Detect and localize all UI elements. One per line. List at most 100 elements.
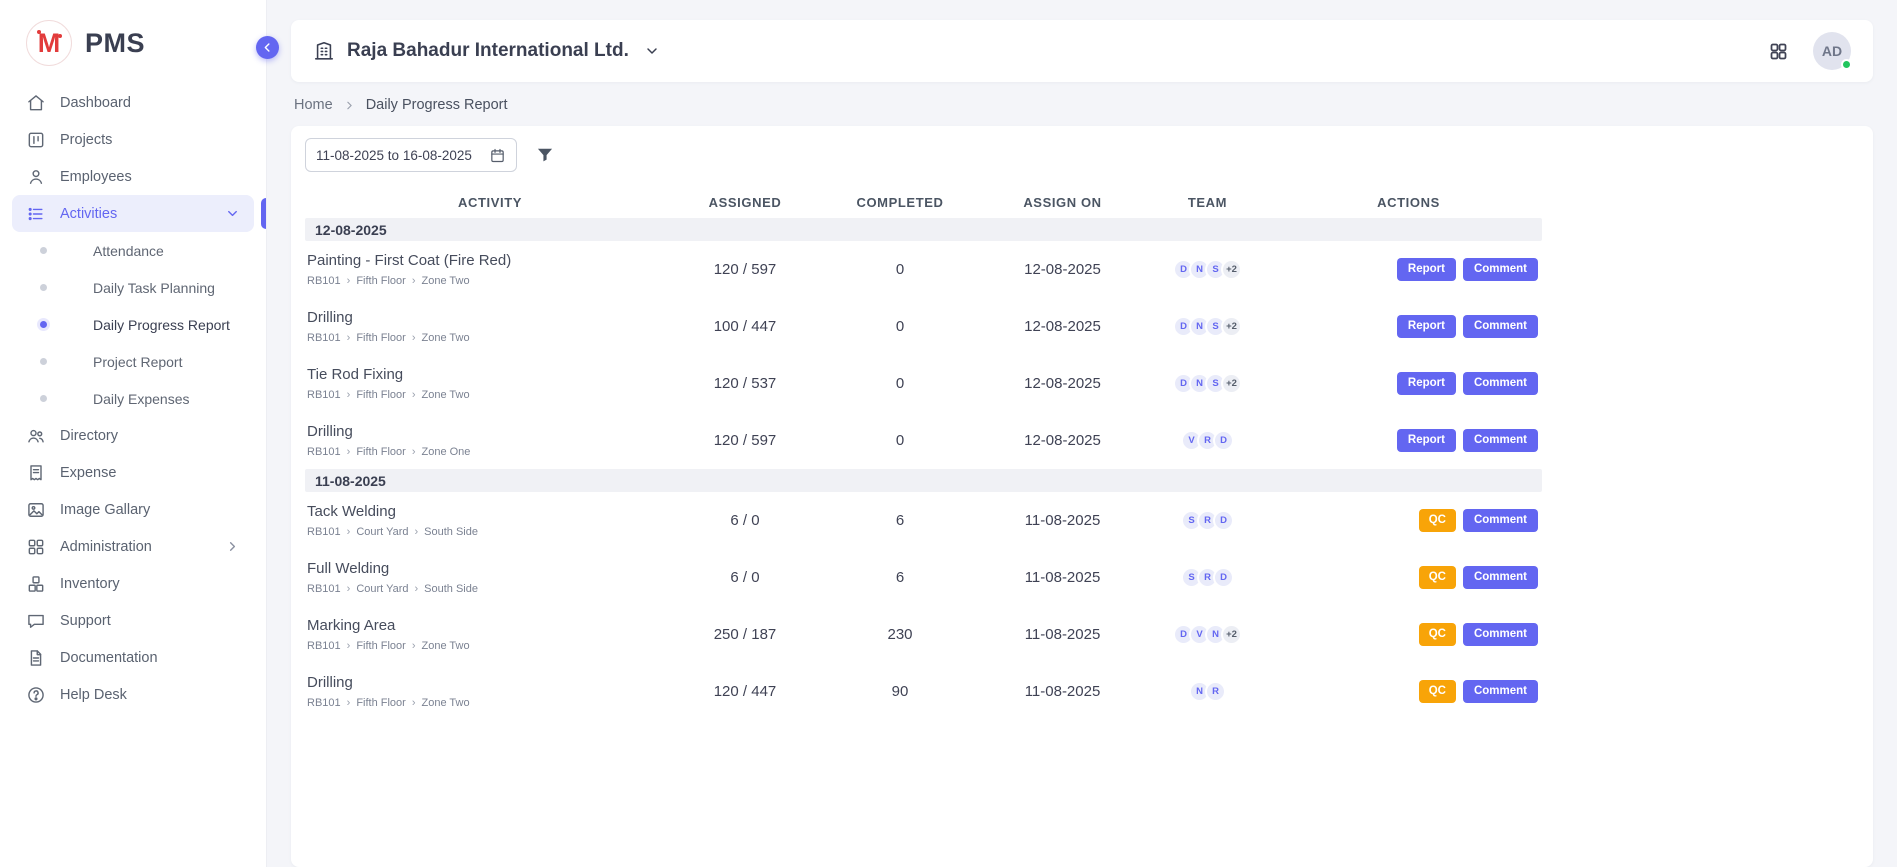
home-icon [26,93,46,113]
path-segment: Fifth Floor [356,697,406,709]
company-selector[interactable]: Raja Bahadur International Ltd. [313,40,660,62]
path-segment: Zone One [422,446,471,458]
sidebar-subitem-daily-task-planning[interactable]: Daily Task Planning [12,269,254,306]
sidebar-item-directory[interactable]: Directory [12,417,254,454]
path-segment: Zone Two [422,640,470,652]
chevron-right-icon: › [347,698,351,709]
team-more-count[interactable]: +2 [1221,373,1242,394]
expense-icon [26,463,46,483]
team-more-count[interactable]: +2 [1221,624,1242,645]
sidebar-item-documentation[interactable]: Documentation [12,639,254,676]
team-cell: DNS+2 [1140,259,1275,280]
comment-button[interactable]: Comment [1463,509,1538,532]
sidebar-subitem-daily-expenses[interactable]: Daily Expenses [12,380,254,417]
sidebar-item-label: Dashboard [60,95,131,111]
qc-button[interactable]: QC [1419,680,1456,703]
activity-title: Drilling [307,674,675,691]
assigned-value: 250 / 187 [675,626,815,643]
report-button[interactable]: Report [1397,372,1456,395]
user-avatar[interactable]: AD [1813,32,1851,70]
team-more-count[interactable]: +2 [1221,316,1242,337]
column-header-completed: COMPLETED [815,195,985,210]
activity-cell: Painting - First Coat (Fire Red)RB101›Fi… [305,252,675,287]
comment-button[interactable]: Comment [1463,315,1538,338]
sidebar-item-projects[interactable]: Projects [12,121,254,158]
sidebar-item-dashboard[interactable]: Dashboard [12,84,254,121]
apps-grid-icon[interactable] [1768,41,1789,62]
qc-button[interactable]: QC [1419,566,1456,589]
employees-icon [26,167,46,187]
sidebar-item-employees[interactable]: Employees [12,158,254,195]
group-date: 11-08-2025 [315,473,386,489]
team-avatar: D [1213,510,1234,531]
comment-button[interactable]: Comment [1463,623,1538,646]
content-card: 11-08-2025 to 16-08-2025 ACTIVITY ASSIGN… [291,126,1873,867]
activity-title: Drilling [307,309,675,326]
completed-value: 6 [815,512,985,529]
activity-path: RB101›Court Yard›South Side [307,583,675,595]
path-segment: Zone Two [422,332,470,344]
comment-button[interactable]: Comment [1463,680,1538,703]
report-button[interactable]: Report [1397,429,1456,452]
activity-path: RB101›Fifth Floor›Zone Two [307,275,675,287]
team-more-count[interactable]: +2 [1221,259,1242,280]
report-button[interactable]: Report [1397,315,1456,338]
activity-title: Tie Rod Fixing [307,366,675,383]
team-avatar: R [1205,681,1226,702]
app-root: M PMS DashboardProjectsEmployeesActiviti… [0,0,1897,867]
bullet-icon [40,321,47,328]
sidebar-item-inventory[interactable]: Inventory [12,565,254,602]
filter-icon[interactable] [535,145,555,165]
path-segment: RB101 [307,640,341,652]
report-button[interactable]: Report [1397,258,1456,281]
date-range-input[interactable]: 11-08-2025 to 16-08-2025 [305,138,517,172]
path-segment: RB101 [307,583,341,595]
sidebar: M PMS DashboardProjectsEmployeesActiviti… [0,0,267,867]
team-cell: VRD [1140,430,1275,451]
comment-button[interactable]: Comment [1463,429,1538,452]
comment-button[interactable]: Comment [1463,258,1538,281]
assign-on-value: 11-08-2025 [985,626,1140,643]
sidebar-item-administration[interactable]: Administration [12,528,254,565]
bullet-icon [40,358,47,365]
path-segment: Zone Two [422,275,470,287]
table-row: Marking AreaRB101›Fifth Floor›Zone Two25… [305,606,1542,663]
sidebar-subitem-attendance[interactable]: Attendance [12,232,254,269]
sidebar-collapse-button[interactable] [256,36,279,59]
chevron-right-icon: › [347,641,351,652]
path-segment: RB101 [307,446,341,458]
table-body: 12-08-2025 Painting - First Coat (Fire Re… [305,218,1542,720]
sidebar-item-label: Employees [60,169,132,185]
sidebar-item-help-desk[interactable]: Help Desk [12,676,254,713]
main-area: Raja Bahadur International Ltd. AD Home … [267,0,1897,867]
sidebar-item-activities[interactable]: Activities [12,195,254,232]
sidebar-item-image-gallary[interactable]: Image Gallary [12,491,254,528]
assigned-value: 100 / 447 [675,318,815,335]
sidebar-subitem-daily-progress-report[interactable]: Daily Progress Report [12,306,254,343]
avatar-initials: AD [1822,43,1842,59]
chevron-right-icon: › [347,584,351,595]
table-row: DrillingRB101›Fifth Floor›Zone Two120 / … [305,663,1542,720]
sidebar-nav: Dashboard Projects Employees Activities Atte… [0,82,266,713]
path-segment: Fifth Floor [356,640,406,652]
completed-value: 230 [815,626,985,643]
filter-row: 11-08-2025 to 16-08-2025 [305,138,1859,172]
breadcrumb-home[interactable]: Home [294,97,333,113]
path-segment: Fifth Floor [356,332,406,344]
completed-value: 0 [815,432,985,449]
qc-button[interactable]: QC [1419,509,1456,532]
team-cell: SRD [1140,567,1275,588]
path-segment: Zone Two [422,697,470,709]
activity-title: Full Welding [307,560,675,577]
sidebar-subitem-label: Attendance [93,243,164,259]
comment-button[interactable]: Comment [1463,372,1538,395]
sidebar-item-support[interactable]: Support [12,602,254,639]
sidebar-item-label: Documentation [60,650,158,666]
group-date-row: 12-08-2025 [305,218,1542,241]
comment-button[interactable]: Comment [1463,566,1538,589]
sidebar-item-expense[interactable]: Expense [12,454,254,491]
qc-button[interactable]: QC [1419,623,1456,646]
table-row: Tack WeldingRB101›Court Yard›South Side6… [305,492,1542,549]
sidebar-subitem-project-report[interactable]: Project Report [12,343,254,380]
chevron-right-icon: › [412,333,416,344]
